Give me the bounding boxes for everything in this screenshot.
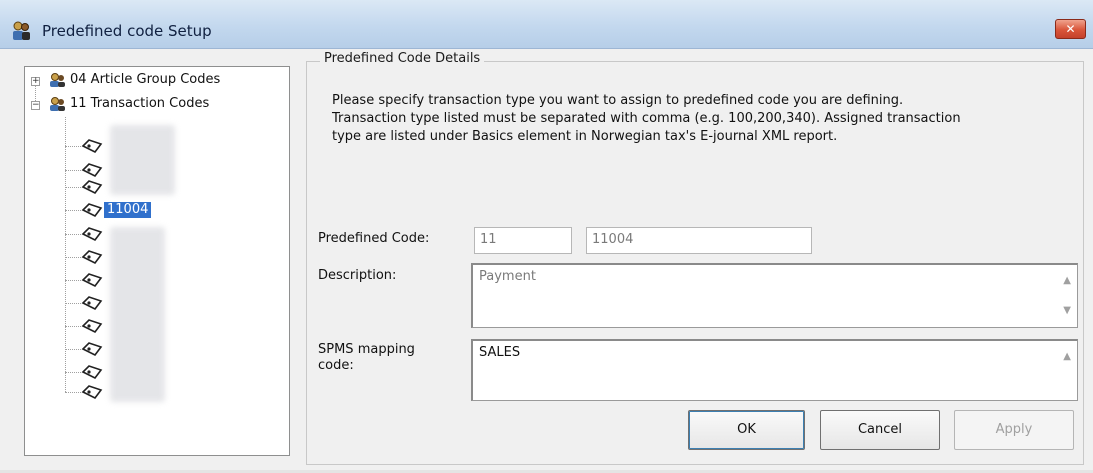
instructions-text: Please specify transaction type you want… xyxy=(332,92,1052,146)
tree-connector xyxy=(65,170,81,171)
folder-people-icon xyxy=(50,97,65,111)
tag-icon xyxy=(81,250,103,265)
predefined-code-label: Predefined Code: xyxy=(318,231,430,246)
tree-connector xyxy=(65,372,81,373)
tree-node-transaction-codes[interactable]: 11 Transaction Codes xyxy=(70,96,209,111)
tree-connector xyxy=(65,303,81,304)
spms-value: SALES xyxy=(479,345,521,360)
predefined-code-field[interactable]: 11004 xyxy=(586,227,812,254)
tree-connector xyxy=(65,117,66,392)
tag-icon xyxy=(81,139,103,154)
instruction-line: type are listed under Basics element in … xyxy=(332,129,838,144)
cancel-button[interactable]: Cancel xyxy=(820,410,940,450)
tag-icon xyxy=(81,203,103,218)
tree-connector xyxy=(65,146,81,147)
group-legend: Predefined Code Details xyxy=(320,51,485,66)
tree-connector xyxy=(65,392,81,393)
tree-connector xyxy=(65,280,81,281)
tree-connector xyxy=(65,326,81,327)
predefined-code-group-field[interactable]: 11 xyxy=(474,227,572,254)
spms-mapping-label: SPMS mapping code: xyxy=(318,342,415,374)
tree-node-article-group-codes[interactable]: 04 Article Group Codes xyxy=(70,72,220,87)
scroll-down-icon[interactable]: ▼ xyxy=(1063,305,1071,316)
tree-connector xyxy=(65,187,81,188)
tree-leaf-label[interactable]: 11004 xyxy=(104,202,152,218)
scroll-up-icon[interactable]: ▲ xyxy=(1063,351,1071,362)
expand-toggle[interactable]: + xyxy=(31,77,40,86)
tag-icon xyxy=(81,180,103,195)
instruction-line: Transaction type listed must be separate… xyxy=(332,111,961,126)
title-bar: Predefined code Setup ✕ xyxy=(0,0,1093,49)
tag-icon xyxy=(81,365,103,380)
collapse-toggle[interactable]: − xyxy=(31,101,40,110)
tag-icon xyxy=(81,319,103,334)
window-title: Predefined code Setup xyxy=(42,22,212,40)
tag-icon xyxy=(81,385,103,400)
close-button[interactable]: ✕ xyxy=(1055,19,1086,39)
code-tree[interactable]: + 04 Article Group Codes − 11 Transactio… xyxy=(24,66,290,456)
spms-mapping-field[interactable]: SALES ▲ xyxy=(471,339,1078,401)
ok-button[interactable]: OK xyxy=(688,410,805,450)
instruction-line: Please specify transaction type you want… xyxy=(332,93,904,108)
apply-button[interactable]: Apply xyxy=(954,410,1074,450)
tag-icon xyxy=(81,163,103,178)
tag-icon xyxy=(81,227,103,242)
folder-people-icon xyxy=(50,73,65,87)
people-key-icon xyxy=(13,21,30,40)
redacted-labels xyxy=(110,227,165,402)
spms-label-line: code: xyxy=(318,358,354,373)
tree-connector xyxy=(65,234,81,235)
description-label: Description: xyxy=(318,268,397,283)
tree-connector xyxy=(65,210,81,211)
tag-icon xyxy=(81,273,103,288)
tree-leaf-selected[interactable]: 11004 xyxy=(81,201,191,219)
spms-label-line: SPMS mapping xyxy=(318,342,415,357)
description-field[interactable]: Payment ▲ ▼ xyxy=(471,263,1078,328)
tag-icon xyxy=(81,342,103,357)
tree-connector xyxy=(65,349,81,350)
scroll-up-icon[interactable]: ▲ xyxy=(1063,275,1071,286)
tree-connector xyxy=(65,257,81,258)
description-value: Payment xyxy=(479,269,536,284)
tag-icon xyxy=(81,296,103,311)
redacted-labels xyxy=(110,125,175,195)
